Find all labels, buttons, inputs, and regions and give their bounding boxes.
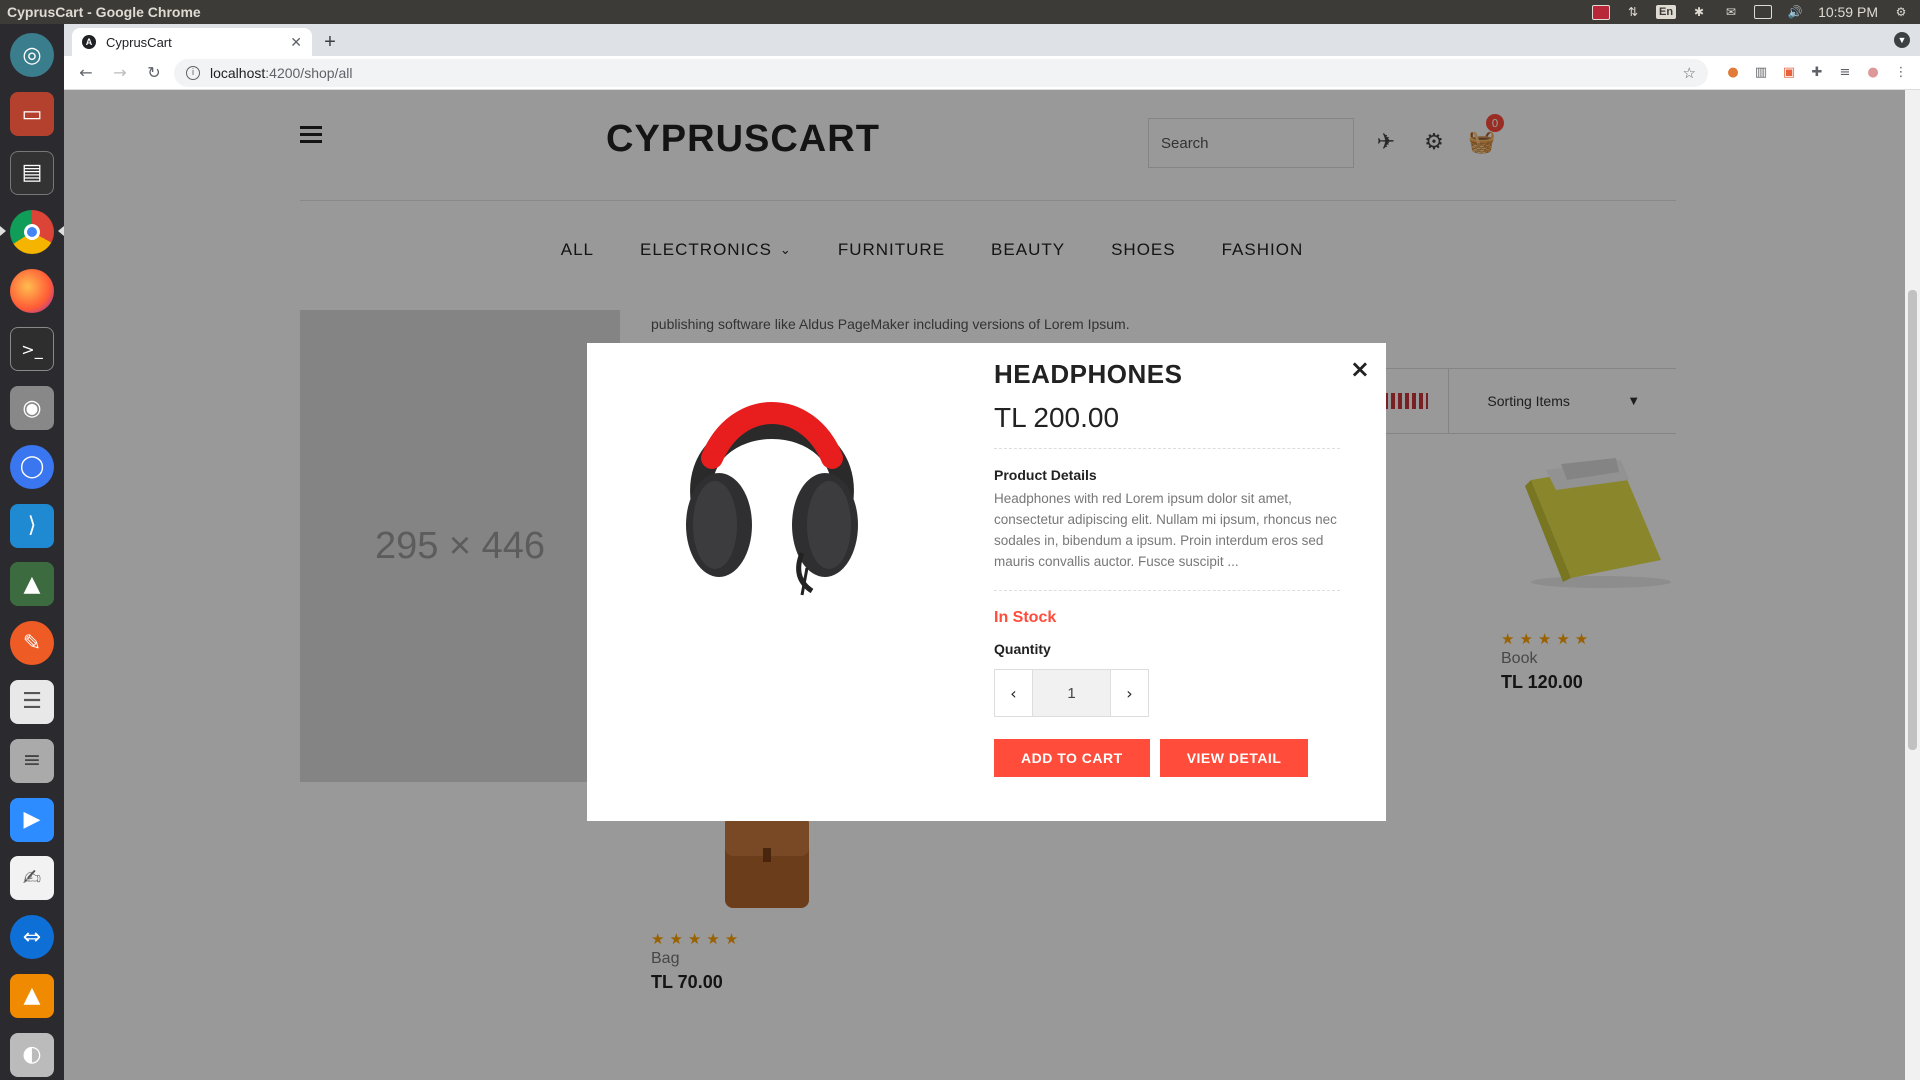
tab-title: CyprusCart xyxy=(106,34,172,50)
launcher-firefox[interactable] xyxy=(6,265,58,316)
launcher-zoom[interactable]: ▶ xyxy=(6,794,58,845)
database-icon: ≡ xyxy=(10,738,54,783)
window-title: CyprusCart - Google Chrome xyxy=(7,4,201,20)
page-scrollbar[interactable] xyxy=(1905,90,1920,1080)
launcher-terminal[interactable]: >_ xyxy=(6,324,58,375)
ubuntu-dash-icon: ◎ xyxy=(10,33,54,78)
site-info-icon[interactable]: i xyxy=(186,65,200,80)
files-icon: ▭ xyxy=(10,92,54,137)
bluetooth-icon[interactable]: ✱ xyxy=(1690,5,1708,19)
browser-tab[interactable]: A CyprusCart ✕ xyxy=(72,28,312,56)
quick-view-modal: × HEADPHONES TL 200.00 Product Details H… xyxy=(587,343,1386,821)
launcher-postman[interactable]: ✎ xyxy=(6,618,58,669)
product-details-text: Headphones with red Lorem ipsum dolor si… xyxy=(994,488,1340,591)
decrease-quantity-button[interactable]: ‹ xyxy=(995,670,1032,716)
bookmark-star-icon[interactable]: ☆ xyxy=(1683,64,1696,82)
headphones-image xyxy=(686,402,858,596)
launcher-chrome[interactable] xyxy=(0,206,64,257)
scrollbar-thumb[interactable] xyxy=(1908,290,1917,750)
launcher-files[interactable]: ▭ xyxy=(6,89,58,140)
launcher-database[interactable]: ≡ xyxy=(6,735,58,786)
gedit-icon: ✍ xyxy=(10,856,54,901)
chrome-icon xyxy=(10,209,54,254)
disks-icon: ◐ xyxy=(10,1032,54,1077)
view-detail-button[interactable]: VIEW DETAIL xyxy=(1159,739,1309,777)
indicator-icon[interactable] xyxy=(1592,4,1610,20)
settings-gear-icon[interactable]: ⚙ xyxy=(1892,5,1910,19)
launcher-gedit[interactable]: ✍ xyxy=(6,853,58,904)
reload-button[interactable]: ↻ xyxy=(140,59,168,87)
mail-icon[interactable]: ✉ xyxy=(1722,5,1740,19)
profile-avatar-icon[interactable]: ● xyxy=(1862,62,1884,84)
launcher-camera[interactable]: ◉ xyxy=(6,383,58,434)
forward-button[interactable]: → xyxy=(106,59,134,87)
extension-off-icon[interactable]: ▣ xyxy=(1778,62,1800,84)
extensions-puzzle-icon[interactable]: ✚ xyxy=(1806,62,1828,84)
stock-status: In Stock xyxy=(994,609,1057,626)
product-info: HEADPHONES TL 200.00 Product Details Hea… xyxy=(994,359,1340,777)
back-button[interactable]: ← xyxy=(72,59,100,87)
reading-mode-icon[interactable]: ▥ xyxy=(1750,62,1772,84)
tab-search-icon[interactable]: ▼ xyxy=(1894,32,1910,48)
increase-quantity-button[interactable]: › xyxy=(1111,670,1148,716)
tab-strip: A CyprusCart ✕ + ▼ xyxy=(64,24,1920,56)
launcher-disks[interactable]: ◐ xyxy=(6,1029,58,1080)
system-tray: ⇅ En ✱ ✉ 🔊 10:59 PM ⚙ xyxy=(1592,4,1920,20)
extension-icon[interactable]: ● xyxy=(1722,62,1744,84)
page-viewport: CYPRUSCART Search ✈ ⚙ 🧺 0 ALL ELECTRONICS… xyxy=(64,90,1920,1080)
vlc-icon: ▲ xyxy=(10,973,54,1018)
chrome-menu-icon[interactable]: ⋮ xyxy=(1890,62,1912,84)
modal-actions: ADD TO CART VIEW DETAIL xyxy=(994,739,1340,777)
url-text[interactable]: localhost:4200/shop/all xyxy=(210,65,1683,81)
signal-icon: ◯ xyxy=(10,444,54,489)
close-icon[interactable]: × xyxy=(1350,355,1370,383)
quantity-label: Quantity xyxy=(994,641,1051,657)
terminal-icon: >_ xyxy=(10,327,54,372)
close-tab-icon[interactable]: ✕ xyxy=(290,34,302,51)
ubuntu-launcher: ◎ ▭ ▤ >_ ◉ ◯ ⟩ ▲ ✎ ☰ ≡ ▶ ✍ ⇔ ▲ ◐ xyxy=(0,24,64,1080)
product-details-heading: Product Details xyxy=(994,467,1097,483)
firefox-icon xyxy=(10,268,54,313)
media-control-icon[interactable]: ≡ xyxy=(1834,62,1856,84)
launcher-signal[interactable]: ◯ xyxy=(6,441,58,492)
os-top-bar: CyprusCart - Google Chrome ⇅ En ✱ ✉ 🔊 10… xyxy=(0,0,1920,24)
clock[interactable]: 10:59 PM xyxy=(1818,4,1878,20)
keyboard-layout-indicator[interactable]: En xyxy=(1656,5,1677,19)
text-editor-icon: ☰ xyxy=(10,679,54,724)
launcher-vlc[interactable]: ▲ xyxy=(6,971,58,1022)
browser-window: A CyprusCart ✕ + ▼ ← → ↻ i localhost:420… xyxy=(64,24,1920,1080)
battery-icon[interactable] xyxy=(1754,5,1773,19)
zoom-icon: ▶ xyxy=(10,797,54,842)
launcher-dash[interactable]: ◎ xyxy=(6,30,58,81)
network-icon[interactable]: ⇅ xyxy=(1624,5,1642,19)
quantity-stepper: ‹ 1 › xyxy=(994,669,1149,717)
browser-toolbar: ← → ↻ i localhost:4200/shop/all ☆ ● ▥ ▣ … xyxy=(64,56,1920,90)
product-price: TL 200.00 xyxy=(994,402,1340,449)
launcher-teamviewer[interactable]: ⇔ xyxy=(6,912,58,963)
teamviewer-icon: ⇔ xyxy=(10,915,54,960)
new-tab-button[interactable]: + xyxy=(316,28,344,56)
terminal-icon: ▤ xyxy=(10,150,54,195)
address-bar[interactable]: i localhost:4200/shop/all ☆ xyxy=(174,58,1708,87)
volume-icon[interactable]: 🔊 xyxy=(1786,5,1804,19)
add-to-cart-button[interactable]: ADD TO CART xyxy=(994,739,1150,777)
postman-icon: ✎ xyxy=(10,621,54,666)
robo3t-icon: ▲ xyxy=(10,562,54,607)
product-title: HEADPHONES xyxy=(994,359,1183,389)
camera-icon: ◉ xyxy=(10,386,54,431)
quantity-input[interactable]: 1 xyxy=(1032,670,1111,716)
angular-favicon-icon: A xyxy=(82,35,96,49)
launcher-text[interactable]: ☰ xyxy=(6,677,58,728)
launcher-robo3t[interactable]: ▲ xyxy=(6,559,58,610)
launcher-vscode[interactable]: ⟩ xyxy=(6,500,58,551)
vscode-icon: ⟩ xyxy=(10,503,54,548)
launcher-terminal-split[interactable]: ▤ xyxy=(6,148,58,199)
